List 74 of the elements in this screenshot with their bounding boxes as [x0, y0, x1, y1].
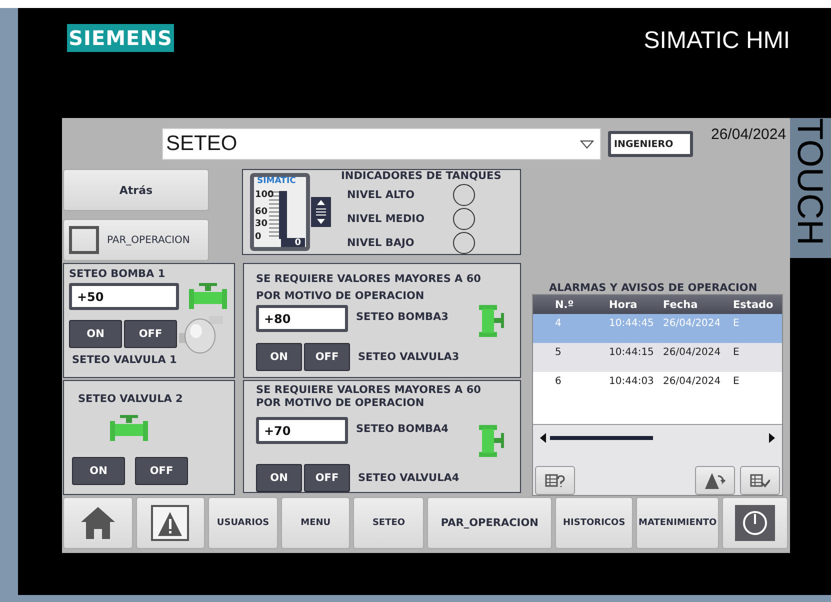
toggle-button[interactable]: PAR_OPERACION	[63, 219, 209, 261]
scroll-left-icon[interactable]	[540, 433, 546, 443]
power-button[interactable]	[722, 497, 788, 549]
on-button[interactable]: ON	[256, 343, 302, 371]
warning-window-icon	[151, 505, 190, 541]
warning-text: POR MOTIVO DE OPERACION	[256, 397, 426, 409]
level-label: NIVEL ALTO	[347, 189, 415, 201]
warning-text: SE REQUIERE VALORES MAYORES A 60	[256, 384, 482, 396]
alarm-button[interactable]	[136, 497, 206, 549]
on-button[interactable]: ON	[256, 464, 302, 492]
screen-selector[interactable]: SETEO	[162, 128, 601, 160]
pump-icon	[179, 314, 223, 354]
alarm-help-button[interactable]	[535, 466, 575, 495]
level-label: NIVEL MEDIO	[347, 213, 425, 225]
home-icon	[80, 506, 116, 540]
valve-icon	[479, 305, 505, 337]
warning-text: SE REQUIERE VALORES MAYORES A 60	[256, 273, 482, 285]
user-field[interactable]: INGENIERO	[608, 131, 693, 157]
valve-label: SETEO VALVULA3	[358, 351, 460, 363]
setpoint-field[interactable]: +80	[256, 305, 348, 332]
warning-refresh-icon	[704, 472, 726, 490]
gauge-brand: SIMATIC	[257, 176, 296, 186]
off-button[interactable]: OFF	[304, 343, 350, 371]
off-button[interactable]: OFF	[304, 464, 350, 492]
alarm-view-title: ALARMAS Y AVISOS DE OPERACION	[549, 282, 758, 294]
alarm-row[interactable]: 6 10:44:03 26/04/2024 E	[533, 372, 782, 401]
panel-title: SETEO BOMBA 1	[69, 268, 166, 280]
acknowledge-button[interactable]	[695, 466, 735, 495]
level-label: NIVEL BAJO	[347, 237, 414, 249]
panel-title: SETEO VALVULA 2	[78, 393, 184, 405]
setpoint-field[interactable]: +50	[69, 283, 179, 310]
nav-button[interactable]: HISTORICOS	[555, 497, 633, 549]
valve-label: SETEO VALVULA4	[358, 472, 460, 484]
alarm-edit-button[interactable]	[740, 466, 780, 495]
off-button[interactable]: OFF	[135, 457, 188, 485]
on-button[interactable]: ON	[69, 320, 122, 348]
setpoint-field[interactable]: +70	[256, 417, 348, 444]
pump-label: SETEO BOMBA4	[356, 423, 450, 435]
gauge-value: 0	[294, 238, 301, 248]
brand-logo: SIEMENS	[67, 24, 174, 52]
column-header: Estado	[733, 298, 774, 310]
warning-text: POR MOTIVO DE OPERACION	[256, 290, 426, 302]
product-name: SIMATIC HMI	[644, 27, 790, 55]
panel-title: INDICADORES DE TANQUES	[341, 170, 502, 182]
valve-icon	[110, 415, 148, 442]
side-label: TOUCH	[790, 118, 831, 258]
pump-label: SETEO BOMBA3	[356, 311, 450, 323]
table-check-icon	[750, 472, 770, 488]
column-header: Fecha	[663, 298, 699, 310]
gauge-tick: 60	[255, 207, 268, 217]
valve-icon	[479, 425, 505, 457]
nav-button[interactable]: MENU	[280, 497, 350, 549]
scroll-right-icon[interactable]	[769, 433, 775, 443]
column-header: N.º	[555, 298, 575, 310]
column-header: Hora	[609, 298, 638, 310]
gauge-tick: 0	[255, 232, 262, 242]
spinner-icon[interactable]	[311, 197, 331, 227]
valve-label: SETEO VALVULA 1	[72, 354, 178, 366]
back-button[interactable]: Atrás	[63, 169, 209, 211]
dropdown-caret-icon	[580, 140, 594, 148]
power-icon	[735, 505, 776, 541]
gauge-tick: 30	[255, 219, 268, 229]
off-button[interactable]: OFF	[124, 320, 177, 348]
table-help-icon	[545, 472, 565, 488]
on-button[interactable]: ON	[72, 457, 125, 485]
home-button[interactable]	[63, 497, 133, 549]
valve-icon	[189, 283, 227, 310]
nav-button[interactable]: PAR_OPERACION	[427, 497, 552, 549]
gauge-tick: 100	[255, 190, 274, 200]
date-display: 26/04/2024	[711, 126, 786, 143]
scrollbar-thumb[interactable]	[550, 436, 653, 440]
nav-button[interactable]: USUARIOS	[208, 497, 278, 549]
nav-button[interactable]: SETEO	[353, 497, 424, 549]
nav-button[interactable]: MATENIMIENTO	[636, 497, 720, 549]
